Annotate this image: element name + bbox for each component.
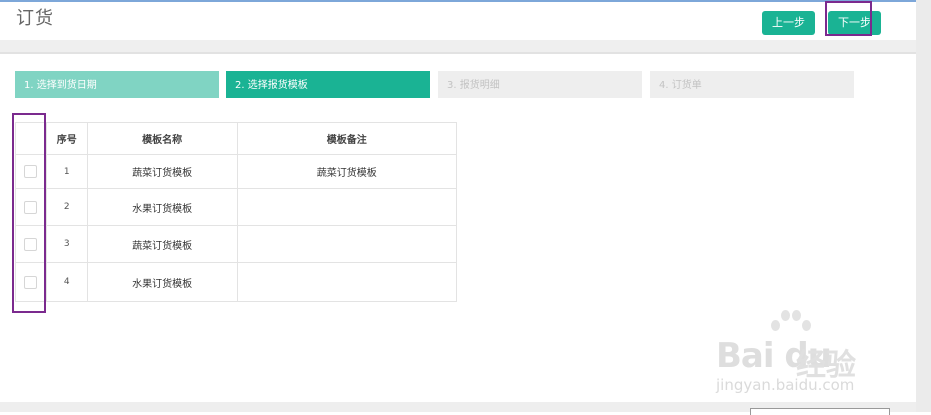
next-button-highlight [825, 1, 872, 36]
row-template-name: 蔬菜订货模板 [86, 225, 238, 263]
table-row[interactable]: 1 蔬菜订货模板 蔬菜订货模板 [15, 154, 458, 189]
step-order-details[interactable]: 3. 报货明细 [438, 71, 642, 98]
page-header: 订货 上一步 下一步 [0, 2, 916, 40]
step-order-form[interactable]: 4. 订货单 [650, 71, 854, 98]
step-select-template[interactable]: 2. 选择报货模板 [226, 71, 430, 98]
row-template-name: 蔬菜订货模板 [86, 154, 238, 189]
row-index: 1 [45, 154, 88, 189]
row-index: 4 [45, 262, 88, 302]
table-row[interactable]: 4 水果订货模板 [15, 262, 458, 302]
row-index: 3 [45, 225, 88, 263]
row-template-name: 水果订货模板 [86, 262, 238, 302]
table-header-row: 序号 模板名称 模板备注 [15, 122, 458, 155]
step-select-date[interactable]: 1. 选择到货日期 [15, 71, 219, 98]
row-index: 2 [45, 188, 88, 226]
row-template-note: 蔬菜订货模板 [236, 154, 458, 189]
prev-step-button[interactable]: 上一步 [762, 11, 815, 35]
table-row[interactable]: 2 水果订货模板 [15, 188, 458, 226]
watermark-url: jingyan.baidu.com [716, 376, 855, 394]
scrollbar-track[interactable] [916, 0, 931, 412]
baidu-watermark: Bai du 经验 jingyan.baidu.com [716, 310, 886, 395]
template-table: 序号 模板名称 模板备注 1 蔬菜订货模板 蔬菜订货模板 2 水果订货模板 3 … [15, 122, 458, 302]
header-template-name: 模板名称 [86, 122, 238, 155]
row-template-note [236, 188, 458, 226]
header-template-note: 模板备注 [236, 122, 458, 155]
row-template-note [236, 262, 458, 302]
header-divider-line [0, 52, 916, 54]
row-template-name: 水果订货模板 [86, 188, 238, 226]
table-row[interactable]: 3 蔬菜订货模板 [15, 225, 458, 263]
page-title: 订货 [16, 8, 54, 29]
row-template-note [236, 225, 458, 263]
checkbox-column-highlight [12, 113, 46, 313]
header-index: 序号 [45, 122, 88, 155]
